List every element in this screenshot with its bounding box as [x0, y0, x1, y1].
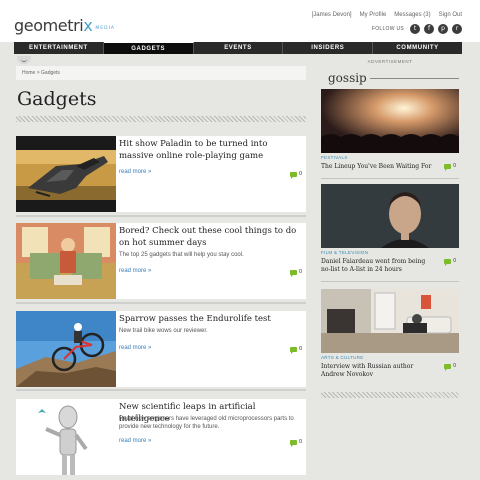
main-nav: ENTERTAINMENT GADGETS EVENTS INSIDERS CO…: [14, 42, 462, 54]
card-divider: [321, 281, 459, 282]
card-image-interview[interactable]: [321, 289, 459, 353]
comment-count[interactable]: 0: [444, 363, 456, 371]
logo-x: x: [83, 16, 93, 35]
back-arrow-icon[interactable]: [17, 56, 31, 64]
nav-entertainment[interactable]: ENTERTAINMENT: [14, 42, 104, 54]
comment-count-value: 0: [298, 269, 302, 275]
article-card: New scientific leaps in artificial intel…: [16, 399, 306, 475]
comment-count-value: 0: [298, 439, 302, 445]
comment-icon: [444, 163, 452, 171]
read-more-link[interactable]: read more »: [119, 169, 151, 175]
article-image-robot[interactable]: [16, 399, 116, 475]
user-name-link[interactable]: [James Devon]: [312, 12, 352, 18]
gossip-title: gossip: [328, 71, 367, 85]
page-title: Gadgets: [17, 88, 97, 110]
follow-us-label: FOLLOW US: [371, 26, 404, 32]
nav-insiders[interactable]: INSIDERS: [283, 42, 374, 54]
comment-count-value: 0: [453, 258, 456, 264]
comment-count[interactable]: 0: [444, 163, 456, 171]
logo-text: geometri: [14, 16, 84, 35]
article-divider: [16, 389, 306, 391]
article-description: New trail bike wows our reviewer.: [119, 328, 208, 334]
advertisement-label: ADVERTISEMENT: [367, 59, 413, 64]
pinterest-icon[interactable]: p: [438, 24, 448, 34]
card-category[interactable]: ARTS & CULTURE: [321, 355, 364, 360]
card-title[interactable]: The Lineup You've Been Waiting For: [321, 163, 433, 171]
comment-icon: [289, 171, 297, 179]
title-divider: [16, 116, 306, 122]
sidebar-divider: [321, 392, 459, 398]
article-card: Hit show Paladin to be turned into massi…: [16, 136, 306, 212]
comment-count[interactable]: 0: [289, 439, 302, 447]
site-header: geometrix MEDIA [James Devon] My Profile …: [0, 0, 480, 42]
nav-gadgets[interactable]: GADGETS: [103, 42, 194, 54]
sign-out-link[interactable]: Sign Out: [439, 12, 462, 18]
gossip-divider: [370, 78, 459, 79]
comment-icon: [289, 439, 297, 447]
comment-icon: [444, 363, 452, 371]
article-image-summer[interactable]: [16, 223, 116, 299]
comment-icon: [289, 269, 297, 277]
comment-count[interactable]: 0: [289, 346, 302, 354]
comment-count-value: 0: [453, 363, 456, 369]
read-more-link[interactable]: read more »: [119, 268, 151, 274]
logo-subtext: MEDIA: [95, 26, 116, 31]
nav-events[interactable]: EVENTS: [194, 42, 284, 54]
messages-link[interactable]: Messages (3): [394, 12, 430, 18]
comment-icon: [289, 346, 297, 354]
card-category[interactable]: FILM & TELEVISION: [321, 250, 368, 255]
comment-count-value: 0: [298, 171, 302, 177]
site-logo[interactable]: geometrix MEDIA: [14, 16, 115, 35]
gossip-card: FILM & TELEVISION Daniel Faiardeau went …: [321, 184, 459, 284]
comment-icon: [444, 258, 452, 266]
article-image-spaceship[interactable]: [16, 136, 116, 212]
card-category[interactable]: FESTIVALS: [321, 155, 348, 160]
facebook-icon[interactable]: f: [424, 24, 434, 34]
article-card: Bored? Check out these cool things to do…: [16, 223, 306, 299]
rss-icon[interactable]: r: [452, 24, 462, 34]
read-more-link[interactable]: read more »: [119, 438, 151, 444]
comment-count[interactable]: 0: [289, 269, 302, 277]
user-links: [James Devon] My Profile Messages (3) Si…: [312, 12, 462, 18]
article-divider: [16, 302, 306, 304]
comment-count-value: 0: [298, 346, 302, 352]
article-title[interactable]: Sparrow passes the Endurolife test: [119, 313, 301, 325]
gossip-card: FESTIVALS The Lineup You've Been Waiting…: [321, 89, 459, 179]
read-more-link[interactable]: read more »: [119, 345, 151, 351]
article-divider: [16, 215, 306, 217]
card-image-concert[interactable]: [321, 89, 459, 153]
article-description: The top 25 gadgets that will help you st…: [119, 252, 244, 258]
card-divider: [321, 178, 459, 179]
card-title[interactable]: Interview with Russian author Andrew Nov…: [321, 363, 433, 379]
twitter-icon[interactable]: t: [410, 24, 420, 34]
breadcrumb[interactable]: Home > Gadgets: [16, 66, 306, 80]
gossip-card: ARTS & CULTURE Interview with Russian au…: [321, 289, 459, 389]
card-image-portrait[interactable]: [321, 184, 459, 248]
comment-count[interactable]: 0: [289, 171, 302, 179]
article-image-bike[interactable]: [16, 311, 116, 387]
article-title[interactable]: Bored? Check out these cool things to do…: [119, 225, 301, 249]
article-card: Sparrow passes the Endurolife test New t…: [16, 311, 306, 387]
card-title[interactable]: Daniel Faiardeau went from being no-list…: [321, 258, 433, 274]
article-description: Read how engineers have leveraged old mi…: [119, 416, 294, 430]
comment-count[interactable]: 0: [444, 258, 456, 266]
nav-community[interactable]: COMMUNITY: [373, 42, 462, 54]
article-title[interactable]: Hit show Paladin to be turned into massi…: [119, 138, 301, 162]
comment-count-value: 0: [453, 163, 456, 169]
my-profile-link[interactable]: My Profile: [360, 12, 387, 18]
follow-us: FOLLOW US t f p r: [372, 24, 462, 34]
